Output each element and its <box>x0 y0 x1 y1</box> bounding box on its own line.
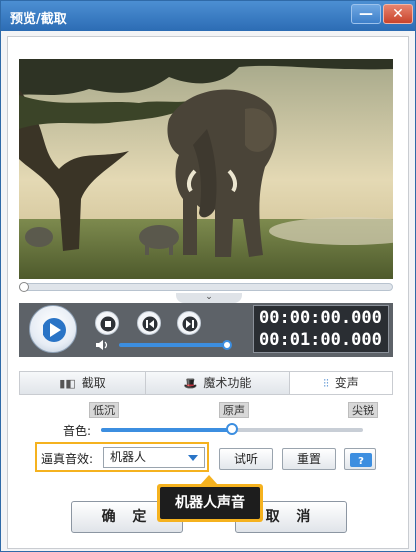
close-button[interactable]: ✕ <box>383 4 413 24</box>
pitch-original-label: 原声 <box>219 402 249 418</box>
effect-label: 逼真音效: <box>41 452 94 466</box>
timbre-label: 音色: <box>63 424 92 438</box>
current-time: 00:00:00.000 <box>259 308 382 328</box>
window-title: 预览/截取 <box>10 12 67 27</box>
help-button[interactable]: ? <box>344 448 376 470</box>
svg-text:?: ? <box>358 456 364 467</box>
trim-icon: ▮◧ <box>59 377 76 390</box>
help-icon: ? <box>350 453 372 467</box>
reset-button[interactable]: 重置 <box>282 448 336 470</box>
function-tabs: ▮◧ 截取 🎩 魔术功能 ⫶⫶ 变声 <box>19 371 393 395</box>
title-bar[interactable]: 预览/截取 — ✕ <box>1 1 415 31</box>
effect-tooltip: 机器人声音 <box>157 484 263 522</box>
minimize-button[interactable]: — <box>351 4 381 24</box>
voice-wave-icon: ⫶⫶ <box>323 377 329 390</box>
prev-frame-icon <box>142 316 158 332</box>
volume-icon[interactable] <box>95 339 111 351</box>
tab-voice-change-label: 变声 <box>334 376 359 390</box>
video-preview[interactable] <box>19 59 393 279</box>
tooltip-text: 机器人声音 <box>160 487 260 519</box>
progress-handle[interactable] <box>19 282 29 292</box>
timbre-slider-fill <box>101 428 232 432</box>
progress-bar[interactable] <box>19 283 393 291</box>
stop-icon <box>100 316 116 332</box>
tab-voice-change[interactable]: ⫶⫶ 变声 <box>290 372 392 394</box>
next-frame-icon <box>182 316 198 332</box>
dropdown-arrow-icon <box>188 455 198 461</box>
next-frame-button[interactable] <box>177 311 201 335</box>
stop-button[interactable] <box>95 311 119 335</box>
play-icon <box>43 318 66 342</box>
preview-trim-window: 预览/截取 — ✕ ⌄ 00:00:00.000 00:01:00.000 ▮◧… <box>0 0 416 552</box>
tab-trim[interactable]: ▮◧ 截取 <box>20 372 146 394</box>
effect-dropdown[interactable]: 机器人 <box>103 447 205 468</box>
volume-handle[interactable] <box>222 340 232 350</box>
tab-magic[interactable]: 🎩 魔术功能 <box>146 372 290 394</box>
chevron-down-icon: ⌄ <box>205 292 213 302</box>
tab-trim-label: 截取 <box>81 376 106 390</box>
collapse-toggle[interactable]: ⌄ <box>176 293 242 303</box>
pitch-high-label: 尖锐 <box>348 402 378 418</box>
magic-hat-icon: 🎩 <box>183 377 198 390</box>
timbre-handle[interactable] <box>226 423 238 435</box>
time-display: 00:00:00.000 00:01:00.000 <box>253 305 389 353</box>
previous-frame-button[interactable] <box>137 311 161 335</box>
pitch-low-label: 低沉 <box>89 402 119 418</box>
effect-selected-value: 机器人 <box>110 450 147 464</box>
elephant-scene-image <box>19 59 393 279</box>
total-time: 00:01:00.000 <box>259 330 382 350</box>
listen-button[interactable]: 试听 <box>219 448 273 470</box>
tab-magic-label: 魔术功能 <box>203 376 252 390</box>
play-button[interactable] <box>29 305 77 353</box>
volume-slider[interactable] <box>119 343 227 347</box>
